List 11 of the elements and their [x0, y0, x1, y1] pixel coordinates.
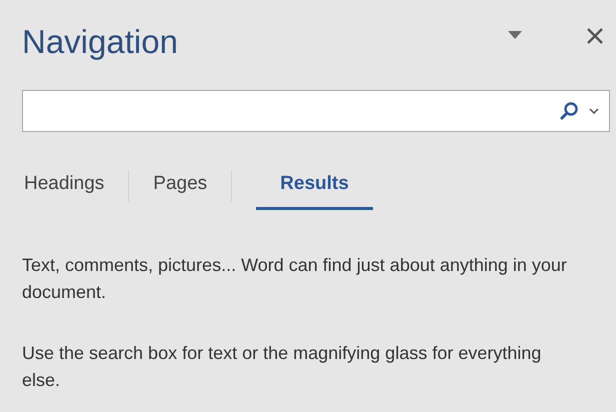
search-field[interactable] — [22, 90, 610, 132]
help-text: Use the search box for text or the magnifying glass for everything else. — [22, 342, 542, 392]
pane-title: Navigation — [22, 24, 178, 58]
tab[interactable]: Pages — [129, 162, 232, 210]
tab[interactable]: Results — [256, 162, 373, 210]
search-icon[interactable] — [559, 101, 579, 121]
help-text: Text, comments, pictures... Word can find just about anything in your document. — [22, 254, 568, 304]
chevron-icon[interactable] — [589, 108, 599, 114]
close-icon[interactable] — [586, 27, 604, 45]
caret-icon[interactable] — [508, 31, 522, 39]
tab[interactable]: Headings — [22, 162, 128, 210]
